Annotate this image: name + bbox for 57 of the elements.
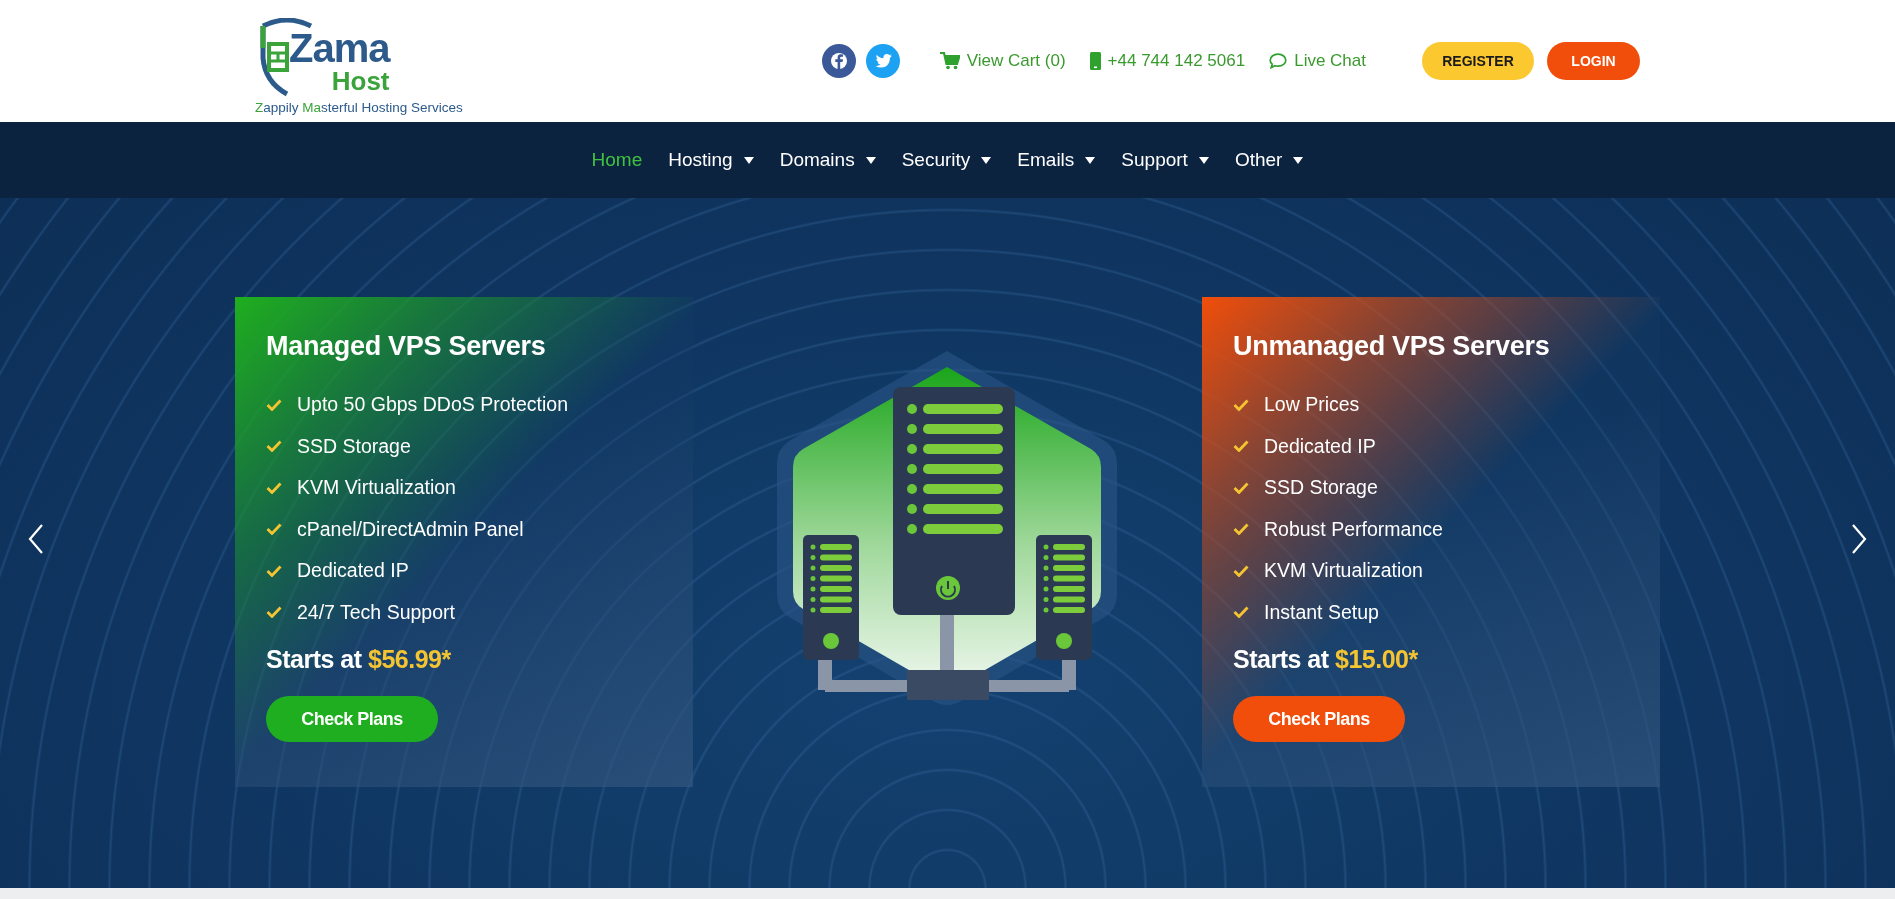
check-icon — [266, 440, 282, 453]
check-icon — [266, 481, 282, 494]
facebook-icon[interactable] — [821, 44, 856, 78]
caret-icon — [1293, 156, 1304, 164]
price-text: Starts at $15.00* — [1233, 645, 1419, 674]
check-icon — [266, 564, 282, 577]
feature-text: Low Prices — [1264, 393, 1360, 417]
logo-tagline: Zappily Masterful Hosting Services — [255, 99, 463, 115]
check-icon — [266, 523, 282, 536]
register-button[interactable]: REGISTER — [1422, 42, 1534, 80]
feature-text: Dedicated IP — [1264, 434, 1376, 458]
caret-icon — [981, 156, 992, 164]
feature-text: cPanel/DirectAdmin Panel — [297, 517, 524, 541]
price-text: Starts at $56.99* — [266, 645, 452, 674]
check-icon — [1233, 481, 1249, 494]
nav-menu-item[interactable]: Home — [591, 149, 643, 171]
feature-text: Upto 50 Gbps DDoS Protection — [297, 393, 568, 417]
cart-icon — [939, 52, 960, 70]
caret-icon — [1198, 156, 1209, 164]
caret-icon — [1085, 156, 1096, 164]
check-icon — [1233, 564, 1249, 577]
contact-link[interactable]: +44 744 142 5061 — [1089, 51, 1246, 71]
chevron-right-icon — [1851, 524, 1867, 554]
bird-icon[interactable] — [865, 44, 900, 78]
check-icon — [266, 606, 282, 619]
feature-text: Dedicated IP — [297, 559, 409, 583]
check-icon — [1233, 398, 1249, 411]
check-icon — [266, 398, 282, 411]
check-icon — [1233, 523, 1249, 536]
feature-text: SSD Storage — [297, 434, 411, 458]
login-button[interactable]: LOGIN — [1547, 42, 1640, 80]
plan-title: Managed VPS Servers — [266, 331, 547, 362]
nav-menu-item[interactable]: Security — [901, 149, 992, 171]
plan-title: Unmanaged VPS Servers — [1233, 331, 1551, 362]
nav-menu-item[interactable]: Support — [1121, 149, 1209, 171]
check-icon — [1233, 440, 1249, 453]
feature-text: 24/7 Tech Support — [297, 600, 455, 624]
contact-link[interactable]: View Cart (0) — [939, 51, 1066, 71]
check-plans-button[interactable]: Check Plans — [1233, 696, 1405, 742]
nav-menu-item[interactable]: Other — [1234, 149, 1304, 171]
phone-icon — [1089, 52, 1101, 70]
contact-link[interactable]: Live Chat — [1269, 51, 1366, 71]
feature-text: KVM Virtualization — [297, 476, 456, 500]
chevron-left-icon — [28, 524, 44, 554]
logo-subword: Host — [331, 67, 390, 94]
caret-icon — [743, 156, 754, 164]
nav-menu-item[interactable]: Hosting — [668, 149, 754, 171]
feature-text: SSD Storage — [1264, 476, 1378, 500]
feature-text: Robust Performance — [1264, 517, 1443, 541]
caret-icon — [865, 156, 876, 164]
feature-text: Instant Setup — [1264, 600, 1379, 624]
feature-text: KVM Virtualization — [1264, 559, 1423, 583]
nav-menu-item[interactable]: Domains — [779, 149, 876, 171]
check-icon — [1233, 606, 1249, 619]
chat-icon — [1269, 53, 1288, 69]
logo-wordmark: Zama — [289, 27, 390, 68]
nav-menu-item[interactable]: Emails — [1017, 149, 1096, 171]
